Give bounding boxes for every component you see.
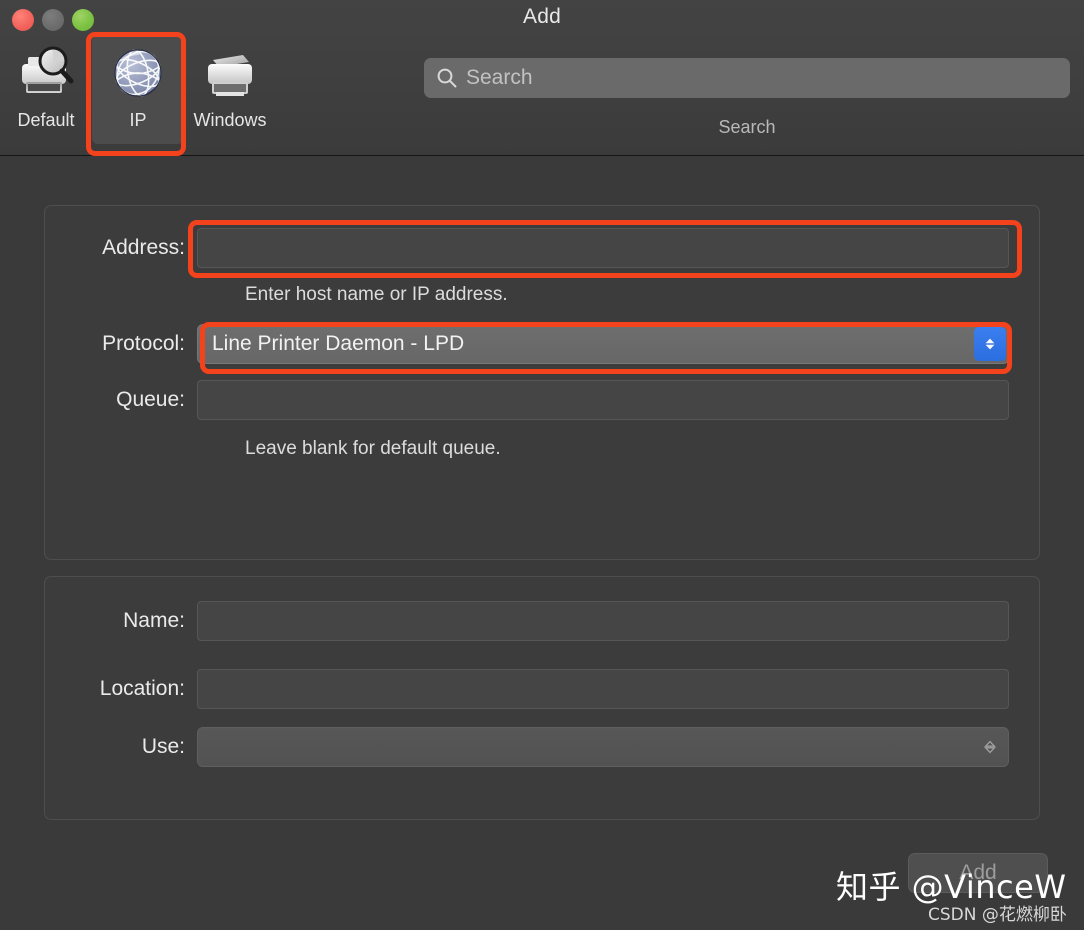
queue-input[interactable] (197, 380, 1009, 420)
queue-label: Queue: (116, 388, 185, 411)
search-caption: Search (718, 117, 776, 137)
queue-control (197, 380, 1009, 420)
protocol-popup-value: Line Printer Daemon - LPD (212, 332, 465, 355)
protocol-row: Protocol: Line Printer Daemon - LPD (45, 324, 1041, 364)
address-label: Address: (102, 236, 185, 259)
tab-windows-label: Windows (193, 110, 267, 130)
identity-panel: Name: Location: Use: (44, 576, 1040, 820)
tab-ip[interactable]: IP (92, 36, 184, 144)
csdn-watermark: CSDN @花燃柳卧 (928, 905, 1067, 925)
printer-allinone-icon (199, 42, 261, 104)
globe-network-icon (107, 42, 169, 104)
tab-windows[interactable]: Windows (184, 36, 276, 144)
protocol-label: Protocol: (102, 332, 185, 355)
protocol-control: Line Printer Daemon - LPD (197, 324, 1009, 364)
tab-default[interactable]: Default (0, 36, 92, 144)
search-field[interactable] (424, 58, 1070, 98)
window-title: Add (523, 5, 561, 28)
tab-default-label: Default (17, 110, 75, 130)
search-input[interactable] (466, 58, 1070, 98)
name-row: Name: (45, 601, 1041, 641)
location-input[interactable] (197, 669, 1009, 709)
address-hint: Enter host name or IP address. (245, 284, 508, 305)
add-printer-window: Add Default IP Windows Search Search Add… (0, 0, 1084, 930)
location-control (197, 669, 1009, 709)
address-row: Address: (45, 228, 1041, 268)
queue-row: Queue: (45, 380, 1041, 420)
window-toolbar: Add Default IP Windows Search Search (0, 0, 1084, 156)
content-area: Address: Enter host name or IP address. … (0, 157, 1084, 930)
name-control (197, 601, 1009, 641)
name-label: Name: (123, 609, 185, 632)
use-control (197, 727, 1009, 767)
connection-panel: Address: Enter host name or IP address. … (44, 205, 1040, 560)
use-popup-button[interactable] (197, 727, 1009, 767)
browser-tab-group: Default IP Windows (0, 36, 276, 144)
protocol-popup-button[interactable]: Line Printer Daemon - LPD (197, 324, 1009, 364)
location-label: Location: (99, 677, 185, 700)
address-control (197, 228, 1009, 268)
chevron-up-down-icon[interactable] (974, 327, 1006, 361)
printer-magnifier-icon (15, 42, 77, 104)
use-row: Use: (45, 727, 1041, 767)
chevron-up-down-icon[interactable] (974, 730, 1006, 764)
tab-ip-label: IP (129, 110, 147, 130)
use-label: Use: (141, 735, 185, 758)
queue-hint: Leave blank for default queue. (245, 438, 501, 459)
search-container (424, 58, 1070, 98)
search-icon (436, 67, 458, 89)
name-input[interactable] (197, 601, 1009, 641)
address-input[interactable] (197, 228, 1009, 268)
location-row: Location: (45, 669, 1041, 709)
